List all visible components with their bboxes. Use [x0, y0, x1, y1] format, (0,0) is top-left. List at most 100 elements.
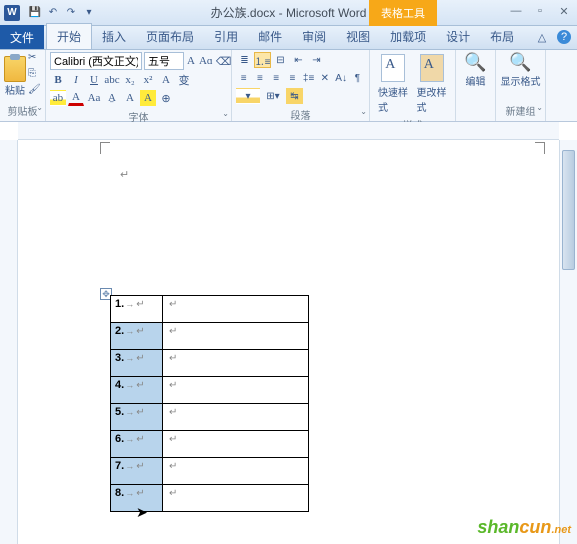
grow-font-icon[interactable]: A — [186, 53, 196, 69]
align-center-icon[interactable]: ≡ — [252, 70, 267, 86]
save-icon[interactable]: 💾 — [28, 6, 42, 20]
numbering-icon[interactable]: ⒈≡ — [254, 52, 271, 68]
phonetic-icon[interactable]: 变 — [176, 72, 192, 88]
document-page[interactable]: ↵ ✥ 1.→↵↵ 2.→↵↵ 3.→↵↵ 4.→↵↵ 5.→↵↵ 6.→↵↵ … — [18, 140, 559, 544]
align-left-icon[interactable]: ≡ — [236, 70, 251, 86]
vertical-ruler[interactable] — [0, 140, 18, 544]
table-row: 2.→↵↵ — [111, 323, 309, 350]
justify-icon[interactable]: ≡ — [285, 70, 300, 86]
group-newgroup: 🔍 显示格式 新建组 — [496, 50, 546, 121]
word-table[interactable]: 1.→↵↵ 2.→↵↵ 3.→↵↵ 4.→↵↵ 5.→↵↵ 6.→↵↵ 7.→↵… — [110, 295, 309, 512]
tab-page-layout[interactable]: 页面布局 — [136, 24, 204, 49]
change-styles-button[interactable]: 更改样式 — [413, 52, 452, 116]
close-icon[interactable]: ✕ — [557, 4, 571, 18]
copy-icon[interactable]: ⎘ — [28, 68, 42, 82]
asian-align-icon[interactable]: ✕ — [317, 70, 332, 86]
cut-icon[interactable]: ✂ — [28, 52, 42, 66]
superscript-button[interactable]: x² — [140, 72, 156, 88]
font-color-icon[interactable]: A — [68, 90, 84, 106]
change-case-icon[interactable]: Aɑ — [198, 53, 214, 69]
list-number: 4. — [115, 379, 124, 391]
highlight-icon[interactable]: ab — [50, 90, 66, 106]
paragraph-group-label: 段落 — [236, 106, 365, 123]
find-button[interactable]: 🔍 编辑 — [460, 52, 491, 88]
list-number: 5. — [115, 406, 124, 418]
quick-styles-button[interactable]: 快速样式 — [374, 52, 413, 116]
circle-char-icon[interactable]: ⊕ — [158, 90, 174, 106]
enclose-char-icon[interactable]: A̱ — [104, 90, 120, 106]
window-title: 办公族.docx - Microsoft Word — [211, 4, 367, 21]
quick-styles-icon — [381, 54, 405, 82]
underline-button[interactable]: U — [86, 72, 102, 88]
tab-home[interactable]: 开始 — [46, 23, 92, 49]
table-row: 8.→↵↵ — [111, 485, 309, 512]
tab-file[interactable]: 文件 — [0, 25, 44, 49]
table-row: 1.→↵↵ — [111, 296, 309, 323]
group-styles: 快速样式 更改样式 样式 — [370, 50, 456, 121]
show-format-button[interactable]: 🔍 显示格式 — [500, 52, 541, 88]
table-tools-contextual-tab: 表格工具 — [369, 0, 437, 26]
paste-button[interactable]: 粘贴 — [4, 52, 26, 100]
undo-icon[interactable]: ↶ — [46, 6, 60, 20]
font-name-combo[interactable] — [50, 52, 142, 70]
quick-styles-label: 快速样式 — [378, 84, 409, 114]
change-styles-label: 更改样式 — [417, 84, 448, 114]
format-painter-icon[interactable]: 🖌 — [28, 84, 42, 98]
decrease-indent-icon[interactable]: ⇤ — [290, 52, 307, 68]
tab-review[interactable]: 审阅 — [292, 24, 336, 49]
multilevel-icon[interactable]: ⊟ — [272, 52, 289, 68]
horizontal-ruler[interactable] — [18, 122, 559, 140]
group-font: A Aɑ ⌫ B I U abc x₂ x² A 变 ab A Aa A̱ A … — [46, 50, 232, 121]
italic-button[interactable]: I — [68, 72, 84, 88]
clear-format-icon[interactable]: ⌫ — [216, 53, 232, 69]
show-format-icon: 🔍 — [509, 52, 531, 73]
font-size-combo[interactable] — [144, 52, 184, 70]
word-app-icon: W — [4, 5, 20, 21]
table-row: 6.→↵↵ — [111, 431, 309, 458]
tab-references[interactable]: 引用 — [204, 24, 248, 49]
tabs-icon[interactable]: ↹ — [286, 88, 303, 104]
paragraph-mark-icon: ↵ — [120, 168, 129, 181]
line-spacing-icon[interactable]: ‡≡ — [301, 70, 316, 86]
char-border-icon[interactable]: A — [122, 90, 138, 106]
paste-label: 粘贴 — [5, 82, 25, 97]
sort-icon[interactable]: A↓ — [334, 70, 349, 86]
table-row: 7.→↵↵ — [111, 458, 309, 485]
tab-mailings[interactable]: 邮件 — [248, 24, 292, 49]
table-row: 4.→↵↵ — [111, 377, 309, 404]
align-right-icon[interactable]: ≡ — [269, 70, 284, 86]
ribbon-tabs: 文件 开始 插入 页面布局 引用 邮件 审阅 视图 加载项 设计 布局 △ ? — [0, 26, 577, 50]
show-marks-icon[interactable]: ¶ — [350, 70, 365, 86]
strike-button[interactable]: abc — [104, 72, 120, 88]
list-number: 8. — [115, 487, 124, 499]
minimize-ribbon-icon[interactable]: △ — [535, 30, 549, 44]
restore-icon[interactable]: ▫ — [533, 4, 547, 18]
tab-table-design[interactable]: 设计 — [436, 24, 480, 49]
ribbon: 粘贴 ✂ ⎘ 🖌 剪贴板 A Aɑ ⌫ B I U abc x₂ x² A 变 — [0, 50, 577, 122]
list-number: 6. — [115, 433, 124, 445]
quick-access-toolbar: 💾 ↶ ↷ ▾ — [28, 6, 96, 20]
tab-addins[interactable]: 加载项 — [380, 24, 436, 49]
bullets-icon[interactable]: ≣ — [236, 52, 253, 68]
increase-indent-icon[interactable]: ⇥ — [308, 52, 325, 68]
redo-icon[interactable]: ↷ — [64, 6, 78, 20]
borders-icon[interactable]: ⊞▾ — [261, 88, 285, 104]
tab-view[interactable]: 视图 — [336, 24, 380, 49]
editing-label: 编辑 — [466, 73, 486, 88]
group-editing: 🔍 编辑 — [456, 50, 496, 121]
char-shading-icon[interactable]: Aa — [86, 90, 102, 106]
subscript-button[interactable]: x₂ — [122, 72, 138, 88]
bold-button[interactable]: B — [50, 72, 66, 88]
qat-more-icon[interactable]: ▾ — [82, 6, 96, 20]
scrollbar-thumb[interactable] — [562, 150, 575, 270]
text-effects-icon[interactable]: A — [158, 72, 174, 88]
asian-layout-icon[interactable]: A — [140, 90, 156, 106]
list-number: 2. — [115, 325, 124, 337]
vertical-scrollbar[interactable] — [559, 140, 577, 544]
clipboard-group-label: 剪贴板 — [4, 102, 41, 119]
tab-insert[interactable]: 插入 — [92, 24, 136, 49]
minimize-icon[interactable]: — — [509, 4, 523, 18]
help-icon[interactable]: ? — [557, 30, 571, 44]
tab-table-layout[interactable]: 布局 — [480, 24, 524, 49]
shading-icon[interactable]: ▾ — [236, 88, 260, 104]
